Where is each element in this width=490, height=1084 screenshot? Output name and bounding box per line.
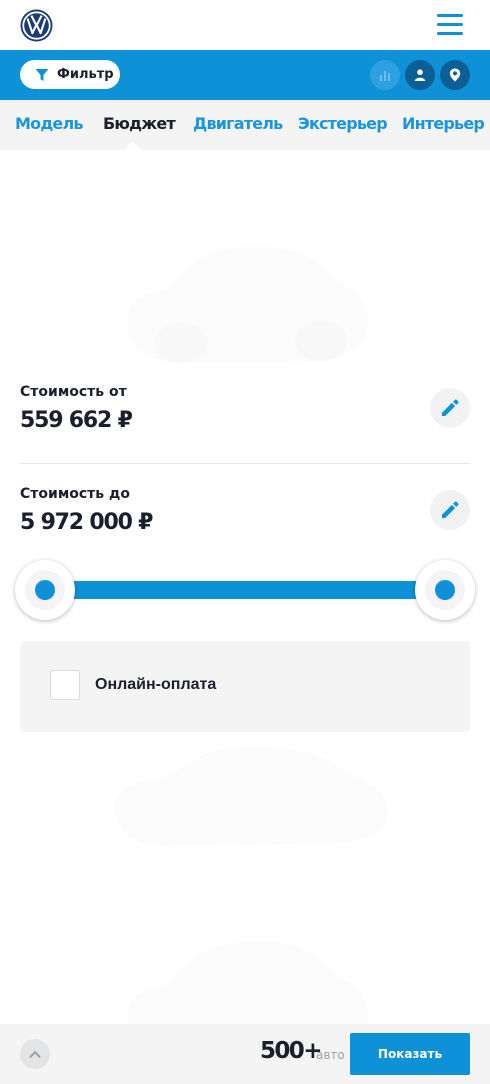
filter-button[interactable]: Фильтр [20, 60, 120, 89]
funnel-icon [35, 68, 49, 81]
online-payment-label[interactable]: Онлайн-оплата [95, 676, 216, 694]
tab-interior[interactable]: Интерьер [402, 114, 485, 133]
bar-chart-icon [380, 71, 390, 81]
statistics-button[interactable] [370, 60, 400, 90]
price-from-value: 559 662 ₽ [20, 408, 133, 433]
filter-tabs: Модель Бюджет Двигатель Экстерьер Интерь… [0, 100, 490, 150]
divider [20, 463, 470, 464]
filter-caret [61, 41, 79, 50]
tab-engine[interactable]: Двигатель [193, 114, 283, 133]
pencil-icon [442, 501, 459, 518]
price-range-max-handle[interactable] [415, 560, 475, 620]
price-range-track[interactable] [45, 581, 445, 599]
tab-model[interactable]: Модель [15, 114, 84, 133]
pencil-icon [442, 399, 459, 416]
price-to-value: 5 972 000 ₽ [20, 510, 153, 535]
car-silhouette-image [114, 746, 389, 846]
page: Фильтр Модель Бюджет Двигатель Экстерьер… [0, 0, 490, 1084]
online-payment-checkbox[interactable] [50, 670, 80, 700]
price-to-label: Стоимость до [20, 486, 130, 502]
tab-budget[interactable]: Бюджет [103, 114, 176, 133]
car-silhouette-image [126, 246, 368, 363]
edit-price-from-button[interactable] [430, 388, 470, 428]
location-button[interactable] [440, 60, 470, 90]
online-payment-option: Онлайн-оплата [20, 641, 470, 732]
chevron-up-icon [29, 1051, 41, 1058]
show-results-button[interactable]: Показать [350, 1033, 470, 1075]
user-icon [414, 69, 426, 81]
hamburger-menu-icon[interactable] [437, 14, 463, 36]
price-range-min-handle[interactable] [15, 560, 75, 620]
volkswagen-logo-icon[interactable] [20, 9, 53, 42]
results-count-unit: авто [316, 1048, 345, 1062]
active-tab-caret [124, 142, 142, 150]
edit-price-to-button[interactable] [430, 490, 470, 530]
handle-dot [435, 580, 455, 600]
handle-dot [35, 580, 55, 600]
filter-button-label: Фильтр [57, 67, 114, 82]
profile-button[interactable] [405, 60, 435, 90]
handle-ring [25, 570, 65, 610]
map-pin-icon [449, 68, 461, 82]
results-count: 500+ [260, 1038, 322, 1064]
price-from-label: Стоимость от [20, 384, 127, 400]
scroll-up-button[interactable] [20, 1039, 50, 1069]
filter-toolbar: Фильтр [0, 50, 490, 100]
tab-exterior[interactable]: Экстерьер [298, 114, 388, 133]
bottom-bar: 500+ авто Показать [0, 1024, 490, 1084]
handle-ring [425, 570, 465, 610]
